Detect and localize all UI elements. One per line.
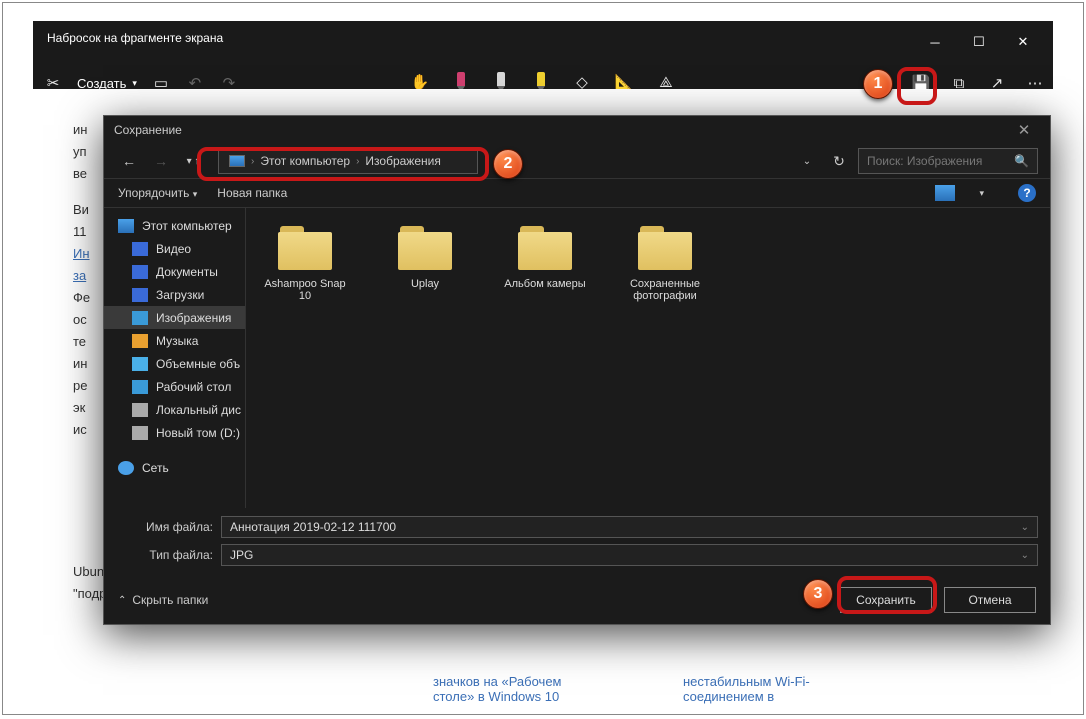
dl-icon (132, 288, 148, 302)
tree-item[interactable]: Видео (104, 237, 245, 260)
help-icon[interactable]: ? (1018, 184, 1036, 202)
search-icon: 🔍 (1014, 154, 1029, 168)
nav-up-icon[interactable]: ▾ ↑ (180, 148, 206, 174)
drive-icon (132, 426, 148, 440)
cancel-button[interactable]: Отмена (944, 587, 1036, 613)
mus-icon (132, 334, 148, 348)
folder-icon (394, 222, 456, 272)
folder-item[interactable]: Ashampoo Snap 10 (260, 222, 350, 302)
pc-icon (118, 219, 134, 233)
tree-item[interactable]: Музыка (104, 329, 245, 352)
doc-icon (132, 265, 148, 279)
tree-item[interactable]: Объемные объ (104, 352, 245, 375)
tree-item[interactable]: Этот компьютер (104, 214, 245, 237)
dialog-title: Сохранение (114, 123, 182, 137)
chevron-icon: › (251, 156, 254, 167)
tree-item[interactable]: Локальный дис (104, 398, 245, 421)
hide-folders-button[interactable]: ⌃Скрыть папки (118, 593, 208, 607)
net-icon (118, 461, 134, 475)
chevron-down-icon: ⌄ (1021, 522, 1029, 533)
dialog-close-button[interactable]: ✕ (1004, 116, 1044, 144)
files-pane: Ashampoo Snap 10 Uplay Альбом камеры Сохран… (246, 208, 1050, 508)
folder-item[interactable]: Uplay (380, 222, 470, 290)
filename-input[interactable]: Аннотация 2019-02-12 111700 ⌄ (221, 516, 1038, 538)
vid-icon (132, 242, 148, 256)
refresh-icon[interactable]: ↻ (826, 148, 852, 174)
save-button[interactable]: Сохранить (840, 587, 932, 613)
tree-item[interactable]: Новый том (D:) (104, 421, 245, 444)
maximize-button[interactable]: ☐ (957, 27, 1001, 57)
callout-3: 3 (803, 579, 833, 609)
folder-item[interactable]: Альбом камеры (500, 222, 590, 290)
view-icon[interactable] (935, 185, 955, 201)
pc-icon (229, 155, 245, 167)
drive-icon (132, 403, 148, 417)
callout-2: 2 (493, 149, 523, 179)
new-folder-button[interactable]: Новая папка (217, 186, 287, 200)
chevron-down-icon: ⌄ (1021, 550, 1029, 561)
img-icon (132, 311, 148, 325)
desk-icon (132, 380, 148, 394)
tree-item[interactable]: Изображения (104, 306, 245, 329)
folder-icon (514, 222, 576, 272)
filetype-select[interactable]: JPG ⌄ (221, 544, 1038, 566)
tree-item[interactable]: Документы (104, 260, 245, 283)
path-box[interactable]: › Этот компьютер › Изображения (218, 148, 478, 174)
snip-title: Набросок на фрагменте экрана (33, 21, 1053, 55)
minimize-button[interactable]: ─ (913, 27, 957, 57)
nav-forward-icon[interactable]: → (148, 148, 174, 174)
chevron-down-icon: ▾ (132, 78, 137, 89)
organize-button[interactable]: Упорядочить ▾ (118, 186, 197, 200)
filetype-label: Тип файла: (116, 548, 221, 562)
folder-icon (634, 222, 696, 272)
view-dropdown-icon[interactable]: ▾ (979, 188, 984, 199)
callout-1: 1 (863, 69, 893, 99)
close-button[interactable]: ✕ (1001, 27, 1045, 57)
nav-back-icon[interactable]: ← (116, 148, 142, 174)
tree-item[interactable]: Сеть (104, 456, 245, 479)
dialog-nav: ← → ▾ ↑ › Этот компьютер › Изображения ⌄… (104, 144, 1050, 178)
folder-icon (274, 222, 336, 272)
tree-item[interactable]: Загрузки (104, 283, 245, 306)
window-controls: ─ ☐ ✕ (913, 27, 1045, 57)
path-dropdown-icon[interactable]: ⌄ (794, 148, 820, 174)
search-input[interactable]: Поиск: Изображения 🔍 (858, 148, 1038, 174)
folder-item[interactable]: Сохраненные фотографии (620, 222, 710, 302)
obj-icon (132, 357, 148, 371)
filename-label: Имя файла: (116, 520, 221, 534)
chevron-icon: › (356, 156, 359, 167)
folder-tree: Этот компьютерВидеоДокументыЗагрузкиИзоб… (104, 208, 246, 508)
save-dialog: Сохранение ✕ ← → ▾ ↑ › Этот компьютер › … (103, 115, 1051, 625)
tree-item[interactable]: Рабочий стол (104, 375, 245, 398)
